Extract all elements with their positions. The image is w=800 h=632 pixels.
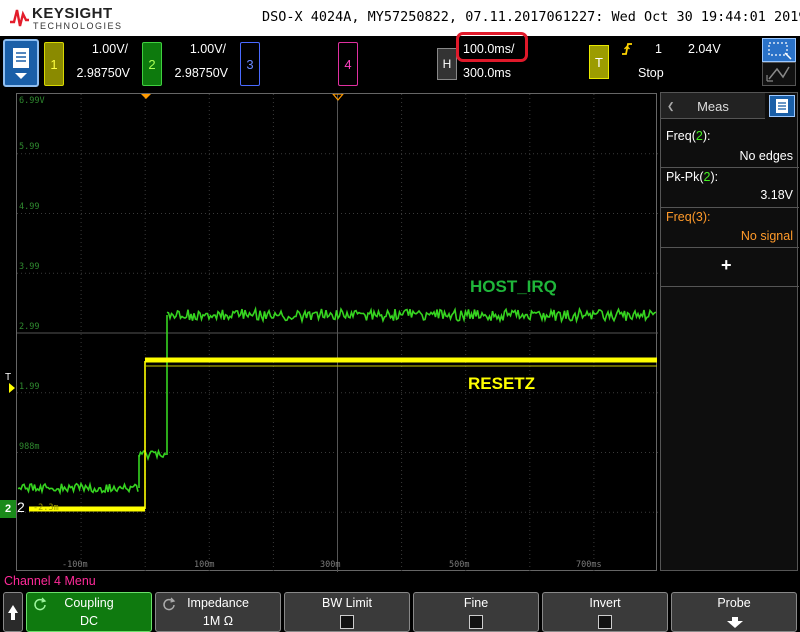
- impedance-softkey[interactable]: Impedance 1M Ω: [155, 592, 281, 632]
- softkey-row: Coupling DC Impedance 1M Ω BW Limit Fine…: [0, 592, 800, 632]
- meas-tab[interactable]: ❮ Meas: [661, 93, 765, 119]
- meas-row-freq-3[interactable]: Freq(3): No signal: [661, 208, 799, 248]
- volt-label-3: 3.99: [19, 262, 39, 272]
- main-menu-button[interactable]: [3, 39, 39, 87]
- fine-checkbox[interactable]: [469, 615, 483, 629]
- invert-softkey[interactable]: Invert: [542, 592, 668, 632]
- bw-limit-label: BW Limit: [285, 596, 409, 610]
- select-box-icon: [763, 39, 795, 61]
- waveform-svg: [17, 94, 658, 572]
- meas-label: Freq(2):: [666, 129, 710, 143]
- menu-title: Channel 4 Menu: [4, 574, 96, 588]
- trigger-button[interactable]: T: [589, 45, 609, 79]
- measurements-panel: ❮ Meas Freq(2): No edges Pk-Pk(2): 3.18V…: [660, 92, 798, 571]
- title-bar: KEYSIGHT TECHNOLOGIES DSO-X 4024A, MY572…: [0, 0, 800, 36]
- time-label-3: 500m: [449, 560, 469, 570]
- back-button[interactable]: [3, 592, 23, 632]
- time-label-4: 700ms: [576, 560, 602, 570]
- coupling-value: DC: [27, 614, 151, 628]
- time-position: 300.0ms: [463, 66, 511, 80]
- channel-3-button[interactable]: 3: [240, 42, 260, 86]
- impedance-value: 1M Ω: [156, 614, 280, 628]
- meas-value: No signal: [741, 229, 793, 243]
- channel-4-button[interactable]: 4: [338, 42, 358, 86]
- scope-id-text: DSO-X 4024A, MY57250822, 07.11.201706122…: [262, 9, 800, 25]
- top-control-bar: 1 1.00V/ 2.98750V 2 1.00V/ 2.98750V 3 4 …: [0, 36, 800, 92]
- ch2-scale: 1.00V/: [170, 42, 226, 56]
- meas-row-pkpk-2[interactable]: Pk-Pk(2): 3.18V: [661, 168, 799, 208]
- host-irq-label: HOST_IRQ: [470, 277, 557, 297]
- trigger-point-marker: [141, 94, 151, 99]
- ch1-ref-label: -2.3m: [33, 503, 59, 513]
- meas-value: 3.18V: [760, 188, 793, 202]
- arrow-up-icon: [4, 593, 22, 631]
- volt-label-2: 4.99: [19, 202, 39, 212]
- meas-title: Meas: [661, 99, 765, 114]
- annotation-highlight: [456, 32, 528, 62]
- rising-edge-icon: [621, 42, 633, 56]
- ch2-ground-num: 2: [17, 499, 25, 515]
- probe-softkey[interactable]: Probe: [671, 592, 797, 632]
- brand-sub: TECHNOLOGIES: [33, 21, 123, 31]
- meas-menu-button[interactable]: [769, 95, 795, 117]
- select-tool-button[interactable]: [762, 38, 796, 62]
- channel-1-button[interactable]: 1: [44, 42, 64, 86]
- invert-checkbox[interactable]: [598, 615, 612, 629]
- volt-label-1: 5.99: [19, 142, 39, 152]
- probe-label: Probe: [672, 596, 796, 610]
- ch1-offset: 2.98750V: [68, 66, 130, 80]
- invert-label: Invert: [543, 596, 667, 610]
- ch2-ground-marker[interactable]: 2: [0, 500, 16, 518]
- waveform-graticule[interactable]: 6.99V 5.99 4.99 3.99 2.99 1.99 988m -100…: [16, 93, 657, 571]
- run-state: Stop: [638, 66, 664, 80]
- trigger-level: 2.04V: [688, 42, 721, 56]
- volt-label-0: 6.99V: [19, 96, 45, 106]
- horizontal-button[interactable]: H: [437, 48, 457, 80]
- fine-softkey[interactable]: Fine: [413, 592, 539, 632]
- trigger-source: 1: [655, 42, 662, 56]
- meas-row-freq-2[interactable]: Freq(2): No edges: [661, 120, 799, 168]
- bw-limit-checkbox[interactable]: [340, 615, 354, 629]
- ch2-trace-high: [167, 309, 656, 321]
- keysight-logo: KEYSIGHT TECHNOLOGIES: [4, 4, 144, 32]
- meas-label: Freq(3):: [666, 210, 710, 224]
- impedance-label: Impedance: [156, 596, 280, 610]
- ch1-scale: 1.00V/: [72, 42, 128, 56]
- volt-label-5: 1.99: [19, 382, 39, 392]
- time-label-1: 100m: [194, 560, 214, 570]
- brand-name: KEYSIGHT: [32, 5, 113, 22]
- time-label-0: -100m: [62, 560, 88, 570]
- ch2-trace-low: [18, 484, 138, 493]
- list-icon: [770, 96, 794, 116]
- meas-value: No edges: [739, 149, 793, 163]
- trigger-level-mark: T: [5, 372, 11, 383]
- zoom-arrows-icon: [763, 63, 795, 85]
- add-icon: +: [721, 255, 732, 276]
- bw-limit-softkey[interactable]: BW Limit: [284, 592, 410, 632]
- trigger-level-arrow[interactable]: [9, 383, 15, 393]
- zoom-tool-button[interactable]: [762, 62, 796, 86]
- fine-label: Fine: [414, 596, 538, 610]
- coupling-softkey[interactable]: Coupling DC: [26, 592, 152, 632]
- resetz-label: RESETZ: [468, 374, 535, 394]
- volt-label-6: 988m: [19, 442, 39, 452]
- coupling-label: Coupling: [27, 596, 151, 610]
- volt-label-4: 2.99: [19, 322, 39, 332]
- time-label-2: 300m: [320, 560, 340, 570]
- menu-list-icon: [5, 41, 37, 85]
- channel-2-button[interactable]: 2: [142, 42, 162, 86]
- keysight-wave-icon: [8, 6, 30, 28]
- ch2-offset: 2.98750V: [166, 66, 228, 80]
- meas-label: Pk-Pk(2):: [666, 170, 718, 184]
- add-measurement-row[interactable]: +: [661, 248, 799, 287]
- submenu-arrow-icon: [725, 617, 745, 629]
